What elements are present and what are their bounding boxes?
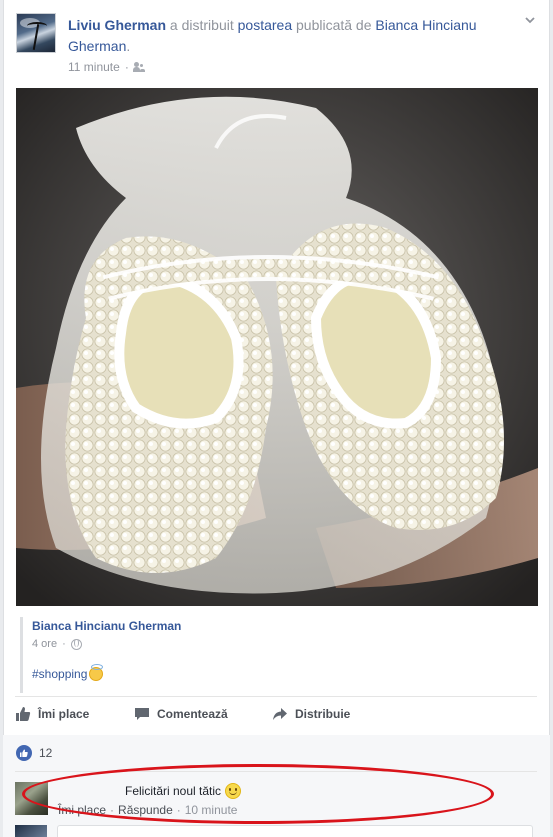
- comment-meta-separator: ·: [110, 803, 115, 817]
- actions-top-divider: [15, 696, 537, 697]
- avatar-leaves: [27, 22, 47, 30]
- published-by-text: publicată de: [292, 17, 376, 33]
- angel-emoji-icon: [89, 664, 104, 681]
- current-user-avatar: [15, 825, 47, 837]
- shared-author-link[interactable]: Bianca Hincianu Gherman: [32, 619, 181, 633]
- comment-body: Felicitări noul tătic: [125, 783, 242, 799]
- reactions-section: 12 Felicitări noul tătic Îmi place · Răs…: [3, 735, 550, 837]
- author-avatar[interactable]: [16, 13, 56, 53]
- comment-like-link[interactable]: Îmi place: [58, 803, 106, 817]
- shared-meta-separator: ·: [62, 638, 66, 650]
- author-name-link[interactable]: Liviu Gherman: [68, 17, 166, 33]
- like-button[interactable]: Îmi place: [15, 706, 89, 722]
- shared-meta: 4 ore ·: [32, 638, 82, 650]
- write-comment-input[interactable]: [57, 825, 533, 837]
- hashtag-link[interactable]: #shopping: [32, 667, 87, 681]
- post-time[interactable]: 11 minute: [68, 60, 120, 74]
- post-header-text: Liviu Gherman a distribuit postarea publ…: [68, 15, 508, 57]
- shared-caption: #shopping: [32, 664, 104, 681]
- post-link[interactable]: postarea: [238, 17, 292, 33]
- comment-icon: [134, 706, 150, 722]
- shared-quote-bar: [20, 617, 23, 693]
- share-action-text: a distribuit: [166, 17, 238, 33]
- comment-meta: Îmi place · Răspunde · 10 minute: [58, 803, 237, 817]
- comment-meta-separator-2: ·: [176, 803, 181, 817]
- reaction-count[interactable]: 12: [39, 746, 52, 760]
- commenter-avatar[interactable]: [15, 782, 48, 815]
- share-button[interactable]: Distribuie: [272, 706, 350, 722]
- like-reaction-icon[interactable]: [16, 745, 32, 761]
- smile-emoji-icon: [225, 783, 242, 799]
- reactions-divider: [15, 771, 537, 772]
- post-photo[interactable]: [16, 88, 538, 606]
- shared-time[interactable]: 4 ore: [32, 638, 57, 650]
- comment-time[interactable]: 10 minute: [185, 803, 238, 817]
- chevron-down-icon[interactable]: [524, 14, 536, 26]
- share-label: Distribuie: [295, 707, 351, 721]
- thumbs-up-icon: [15, 706, 31, 722]
- like-label: Îmi place: [38, 707, 90, 721]
- post-meta: 11 minute ·: [68, 60, 146, 74]
- friends-icon[interactable]: [132, 62, 146, 72]
- header-period: .: [126, 38, 131, 54]
- share-arrow-icon: [272, 706, 288, 722]
- globe-icon[interactable]: [70, 638, 82, 650]
- comment-label: Comentează: [157, 707, 228, 721]
- action-bar: Îmi place Comentează Distribuie: [12, 698, 534, 732]
- comment-reply-link[interactable]: Răspunde: [118, 803, 173, 817]
- comment-button[interactable]: Comentează: [134, 706, 228, 722]
- meta-separator: ·: [124, 60, 129, 74]
- comment-text: Felicitări noul tătic: [125, 784, 222, 798]
